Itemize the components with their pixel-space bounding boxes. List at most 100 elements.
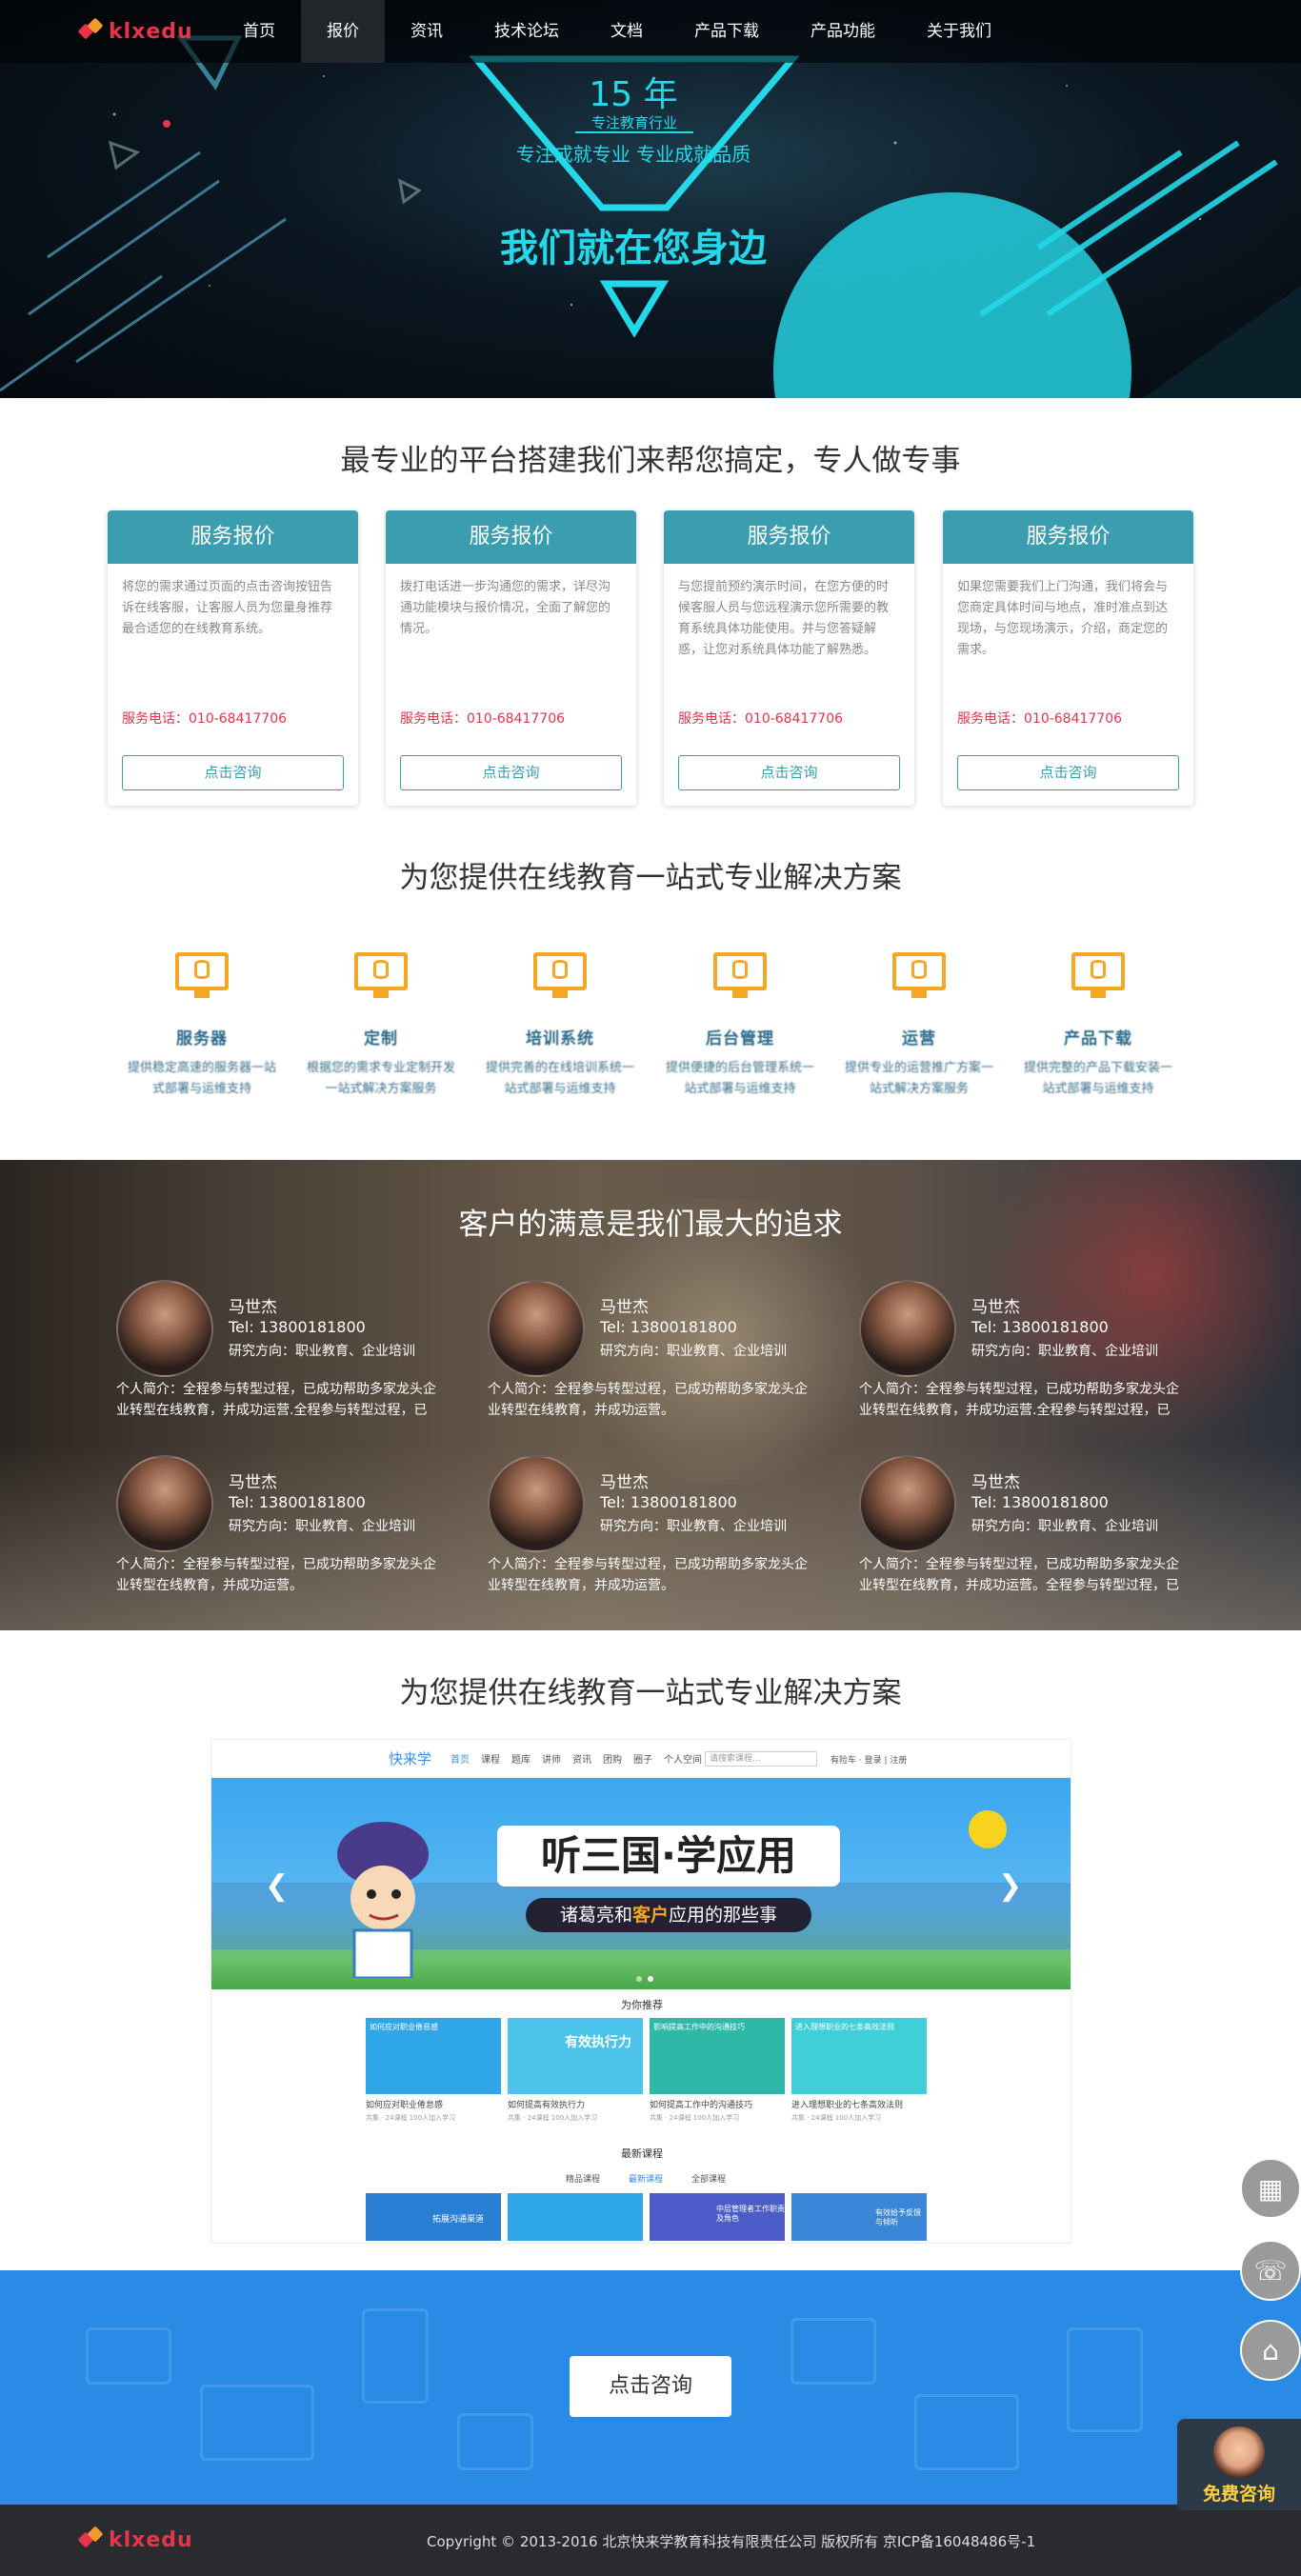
expert-direction: 研究方向：职业教育、企业培训 <box>600 1344 787 1359</box>
preview-new-tile: 有效给予反馈与倾听 <box>791 2193 927 2241</box>
nav-quote[interactable]: 报价 <box>301 0 385 63</box>
preview-recommend-label: 为你推荐 <box>621 1999 663 2011</box>
preview-brand: 快来学 <box>389 1750 432 1767</box>
chevron-left-icon: ❮ <box>265 1869 290 1903</box>
feature-desc: 提供稳定高速的服务器一站式部署与运维支持 <box>127 1061 276 1096</box>
preview-tile-label: 如何应对职业倦怠感 <box>366 2101 444 2110</box>
preview-tab: 全部课程 <box>691 2175 727 2185</box>
avatar <box>859 1280 956 1377</box>
preview-nav-item: 圈子 <box>633 1755 653 1766</box>
cta-consult-button[interactable]: 点击咨询 <box>570 2356 731 2417</box>
preview-nav-item: 个人空间 <box>664 1755 703 1766</box>
nav-news[interactable]: 资讯 <box>385 0 469 63</box>
consult-button[interactable]: 点击咨询 <box>678 755 900 790</box>
logo-mark-icon <box>77 17 104 43</box>
preview-tile-label: 如何提高有效执行力 <box>508 2101 586 2110</box>
preview-course-tile: 进入理想职业的七条高效法则 <box>791 2018 927 2094</box>
quote-card-phone: 服务电话：010-68417706 <box>400 711 566 727</box>
site-logo[interactable]: klxedu <box>77 17 193 44</box>
preview-newest-tabs: 精品课程 最新课程 全部课程 <box>566 2172 726 2185</box>
carousel-dots <box>636 1976 653 1982</box>
avatar <box>116 1455 213 1552</box>
expert-bio: 个人简介：全程参与转型过程，已成功帮助多家龙头企业转型在线教育，并成功运营.全程… <box>859 1382 1179 1418</box>
feature-name: 培训系统 <box>526 1029 594 1048</box>
nav-about[interactable]: 关于我们 <box>901 0 1017 63</box>
quote-card-head: 服务报价 <box>664 510 914 564</box>
qr-code-icon[interactable]: ▦ <box>1240 2158 1301 2219</box>
expert-name: 马世杰 <box>600 1298 649 1317</box>
nav-docs[interactable]: 文档 <box>585 0 669 63</box>
nav-features[interactable]: 产品功能 <box>785 0 901 63</box>
quote-card: 服务报价 将您的需求通过页面的点击咨询按钮告诉在线客服，让客服人员为您量身推荐最… <box>108 510 358 806</box>
consult-button[interactable]: 点击咨询 <box>400 755 622 790</box>
expert-bio: 个人简介：全程参与转型过程，已成功帮助多家龙头企业转型在线教育，并成功运营.全程… <box>116 1382 436 1418</box>
feature-name: 运营 <box>902 1029 936 1048</box>
quote-card: 服务报价 如果您需要我们上门沟通，我们将会与您商定具体时间与地点，准时准点到达现… <box>943 510 1193 806</box>
top-navbar: klxedu 首页 报价 资讯 技术论坛 文档 产品下载 产品功能 关于我们 <box>0 0 1301 63</box>
expert-direction: 研究方向：职业教育、企业培训 <box>971 1519 1158 1534</box>
chevron-right-icon: ❯ <box>998 1869 1023 1903</box>
preview-tile-meta: 共集 · 24课程 100人加入学习 <box>366 2114 456 2122</box>
footer-copyright: Copyright © 2013-2016 北京快来学教育科技有限责任公司 版权… <box>427 2533 1036 2550</box>
cartoon-character-icon <box>337 1822 429 1978</box>
nav-forum[interactable]: 技术论坛 <box>469 0 585 63</box>
quote-card-phone: 服务电话：010-68417706 <box>957 711 1123 727</box>
feature-item[interactable]: 培训系统 提供完善的在线培训系统一站式部署与运维支持 <box>484 952 636 1100</box>
quote-section-title: 最专业的平台搭建我们来帮您搞定，专人做专事 <box>340 444 961 478</box>
feature-name: 后台管理 <box>706 1029 774 1048</box>
solutions-title: 为您提供在线教育一站式专业解决方案 <box>399 861 902 895</box>
feature-item[interactable]: 运营 提供专业的运营推广方案一站式解决方案服务 <box>843 952 995 1100</box>
hero-slogan: 我们就在您身边 <box>500 227 767 270</box>
quote-card-phone: 服务电话：010-68417706 <box>122 711 288 727</box>
preview-tile-meta: 共集 · 24课程 100人加入学习 <box>791 2114 882 2122</box>
footer-logo[interactable]: klxedu <box>77 2526 193 2552</box>
main-menu: 首页 报价 资讯 技术论坛 文档 产品下载 产品功能 关于我们 <box>217 0 1017 63</box>
avatar <box>488 1280 585 1377</box>
feature-item[interactable]: 后台管理 提供便捷的后台管理系统一站式部署与运维支持 <box>664 952 816 1100</box>
footer: klxedu Copyright © 2013-2016 北京快来学教育科技有限… <box>0 2505 1301 2576</box>
quote-card-desc: 如果您需要我们上门沟通，我们将会与您商定具体时间与地点，准时准点到达现场，与您现… <box>957 580 1169 657</box>
preview-course-tile: 有效执行力 <box>508 2018 643 2094</box>
quote-card: 服务报价 拨打电话进一步沟通您的需求，详尽沟通功能模块与报价情况，全面了解您的情… <box>386 510 636 806</box>
preview-course-tile: 影响提高工作中的沟通技巧 <box>650 2018 785 2094</box>
feature-name: 产品下载 <box>1064 1029 1132 1048</box>
consult-button[interactable]: 点击咨询 <box>957 755 1179 790</box>
preview-new-tile <box>508 2193 643 2241</box>
expert-bio: 个人简介：全程参与转型过程，已成功帮助多家龙头企业转型在线教育，并成功运营。 <box>488 1382 808 1418</box>
preview-nav-item: 首页 <box>450 1755 470 1766</box>
quote-card-desc: 将您的需求通过页面的点击咨询按钮告诉在线客服，让客服人员为您量身推荐最合适您的在… <box>122 580 333 636</box>
consult-button[interactable]: 点击咨询 <box>122 755 344 790</box>
expert-tel: Tel: 13800181800 <box>229 1318 366 1336</box>
preview-tab: 精品课程 <box>566 2175 601 2185</box>
monitor-database-icon <box>173 952 230 1000</box>
expert-name: 马世杰 <box>229 1298 277 1317</box>
avatar <box>859 1455 956 1552</box>
preview-nav-item: 课程 <box>481 1755 501 1766</box>
expert-direction: 研究方向：职业教育、企业培训 <box>229 1344 415 1359</box>
preview-banner-title: 听三国·学应用 <box>497 1826 840 1887</box>
free-consult-widget[interactable]: 免费咨询 <box>1177 2419 1301 2510</box>
preview-banner: 听三国·学应用 诸葛亮和客户应用的那些事 ❮ ❯ <box>211 1778 1071 1989</box>
nav-home[interactable]: 首页 <box>217 0 301 63</box>
feature-desc: 提供专业的运营推广方案一站式解决方案服务 <box>844 1061 993 1096</box>
home-icon[interactable]: ⌂ <box>1240 2320 1301 2381</box>
expert-direction: 研究方向：职业教育、企业培训 <box>971 1344 1158 1359</box>
expert-tel: Tel: 13800181800 <box>600 1318 737 1336</box>
feature-item[interactable]: 服务器 提供稳定高速的服务器一站式部署与运维支持 <box>126 952 278 1100</box>
expert-direction: 研究方向：职业教育、企业培训 <box>600 1519 787 1534</box>
quote-card-desc: 拨打电话进一步沟通您的需求，详尽沟通功能模块与报价情况，全面了解您的情况。 <box>400 580 611 636</box>
feature-item[interactable]: 定制 根据您的需求专业定制开发一站式解决方案服务 <box>305 952 457 1100</box>
preview-nav-item: 资讯 <box>572 1755 592 1766</box>
quote-card-desc: 与您提前预约演示时间，在您方便的时候客服人员与您远程演示您所需要的教育系统具体功… <box>678 580 890 657</box>
expert-name: 马世杰 <box>971 1298 1020 1317</box>
nav-download[interactable]: 产品下载 <box>669 0 785 63</box>
preview-user-links: 有险车 · 登录 | 注册 <box>831 1756 908 1766</box>
hero-tagline-small: 专注教育行业 <box>575 112 693 133</box>
expert-name: 马世杰 <box>600 1473 649 1492</box>
feature-item[interactable]: 产品下载 提供完整的产品下载安装一站式部署与运维支持 <box>1022 952 1174 1100</box>
expert-bio: 个人简介：全程参与转型过程，已成功帮助多家龙头企业转型在线教育，并成功运营。 <box>116 1557 436 1593</box>
customer-service-icon[interactable]: ☏ <box>1240 2240 1301 2301</box>
feature-name: 定制 <box>364 1029 398 1048</box>
preview-tile-label: 进入理想职业的七条高效法则 <box>791 2101 904 2110</box>
feature-name: 服务器 <box>176 1029 228 1048</box>
